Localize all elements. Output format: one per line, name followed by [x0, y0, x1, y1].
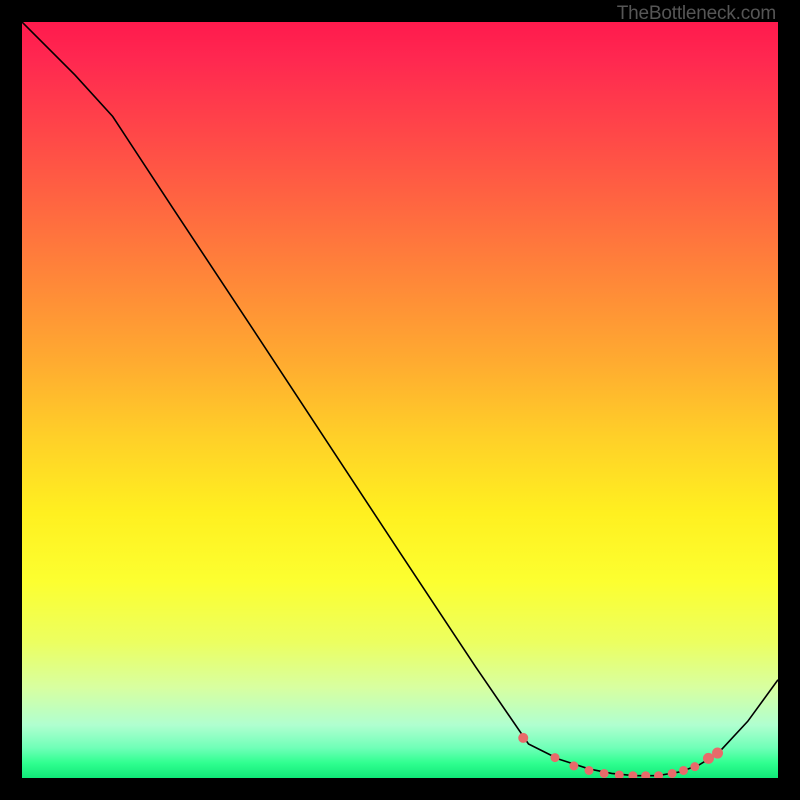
- marker-point: [679, 766, 688, 775]
- marker-point: [585, 766, 594, 775]
- watermark-text: TheBottleneck.com: [617, 3, 776, 25]
- marker-point: [518, 733, 528, 743]
- marker-point: [654, 771, 663, 778]
- marker-point: [628, 771, 637, 778]
- chart-overlay: [22, 22, 778, 778]
- highlight-markers: [518, 733, 723, 778]
- marker-point: [600, 769, 609, 778]
- bottleneck-curve: [22, 22, 778, 776]
- marker-point: [615, 770, 624, 778]
- marker-point: [569, 761, 578, 770]
- marker-point: [712, 748, 723, 759]
- marker-point: [550, 753, 559, 762]
- marker-point: [668, 769, 677, 778]
- marker-point: [641, 771, 650, 778]
- marker-point: [690, 762, 699, 771]
